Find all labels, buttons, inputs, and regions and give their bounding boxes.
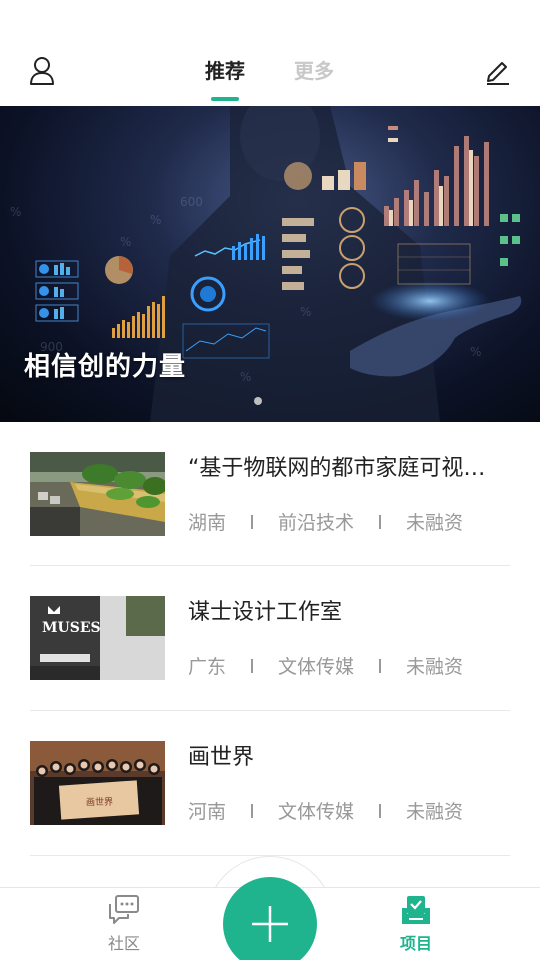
project-tray-icon	[402, 896, 430, 924]
meta-divider	[379, 514, 382, 529]
project-thumbnail-garden	[30, 452, 165, 536]
svg-text:%: %	[240, 370, 251, 384]
svg-text:%: %	[300, 305, 311, 319]
project-title: “基于物联网的都市家庭可视…	[188, 456, 486, 481]
active-tab-indicator	[211, 97, 239, 101]
project-category: 前沿技术	[278, 512, 355, 534]
nav-projects-label: 项目	[399, 934, 432, 953]
tab-more[interactable]: 更多	[294, 56, 334, 86]
nav-projects[interactable]: 项目	[376, 888, 456, 960]
svg-text:%: %	[10, 205, 21, 219]
project-thumbnail-studio: MUSES	[30, 596, 165, 680]
project-category: 文体传媒	[278, 656, 355, 678]
project-thumbnail-group: 画世界	[30, 741, 165, 825]
plus-icon	[252, 906, 288, 942]
project-region: 湖南	[188, 512, 227, 534]
project-funding: 未融资	[406, 801, 464, 823]
svg-text:%: %	[120, 235, 131, 249]
project-title: 画世界	[188, 745, 255, 770]
nav-community-label: 社区	[107, 934, 140, 953]
project-category: 文体传媒	[278, 801, 355, 823]
top-header: 推荐 更多	[0, 0, 540, 106]
meta-divider	[251, 803, 254, 818]
project-region: 广东	[188, 656, 227, 678]
svg-text:%: %	[150, 213, 161, 227]
svg-text:画世界: 画世界	[86, 796, 113, 808]
meta-divider	[251, 658, 254, 673]
add-button[interactable]	[223, 877, 317, 960]
project-funding: 未融资	[406, 656, 464, 678]
nav-community[interactable]: 社区	[84, 888, 164, 960]
project-list: “基于物联网的都市家庭可视… 湖南 前沿技术 未融资 MUSES 谋士设计工作室	[30, 422, 510, 856]
tab-bar: 推荐 更多	[0, 56, 540, 106]
chat-bubbles-icon	[109, 895, 139, 924]
banner-carousel[interactable]: %% 600 %%% % 900 相信创的力量	[0, 106, 540, 422]
project-title: 谋士设计工作室	[188, 600, 343, 625]
project-meta: 广东 文体传媒 未融资	[188, 652, 463, 679]
svg-text:%: %	[470, 345, 481, 359]
meta-divider	[379, 658, 382, 673]
tab-recommended[interactable]: 推荐	[205, 56, 245, 86]
edit-icon[interactable]	[482, 55, 514, 87]
banner-title: 相信创的力量	[24, 352, 187, 382]
meta-divider	[379, 803, 382, 818]
carousel-indicator-dot	[254, 397, 262, 405]
project-item[interactable]: “基于物联网的都市家庭可视… 湖南 前沿技术 未融资	[30, 422, 510, 566]
svg-text:600: 600	[180, 195, 203, 209]
project-region: 河南	[188, 801, 227, 823]
project-item[interactable]: MUSES 谋士设计工作室 广东 文体传媒 未融资	[30, 566, 510, 711]
project-meta: 河南 文体传媒 未融资	[188, 797, 463, 824]
project-funding: 未融资	[406, 512, 464, 534]
meta-divider	[251, 514, 254, 529]
svg-text:MUSES: MUSES	[42, 620, 101, 636]
project-meta: 湖南 前沿技术 未融资	[188, 508, 463, 535]
project-item[interactable]: 画世界 画世界 河南 文体传媒 未融资	[30, 711, 510, 856]
